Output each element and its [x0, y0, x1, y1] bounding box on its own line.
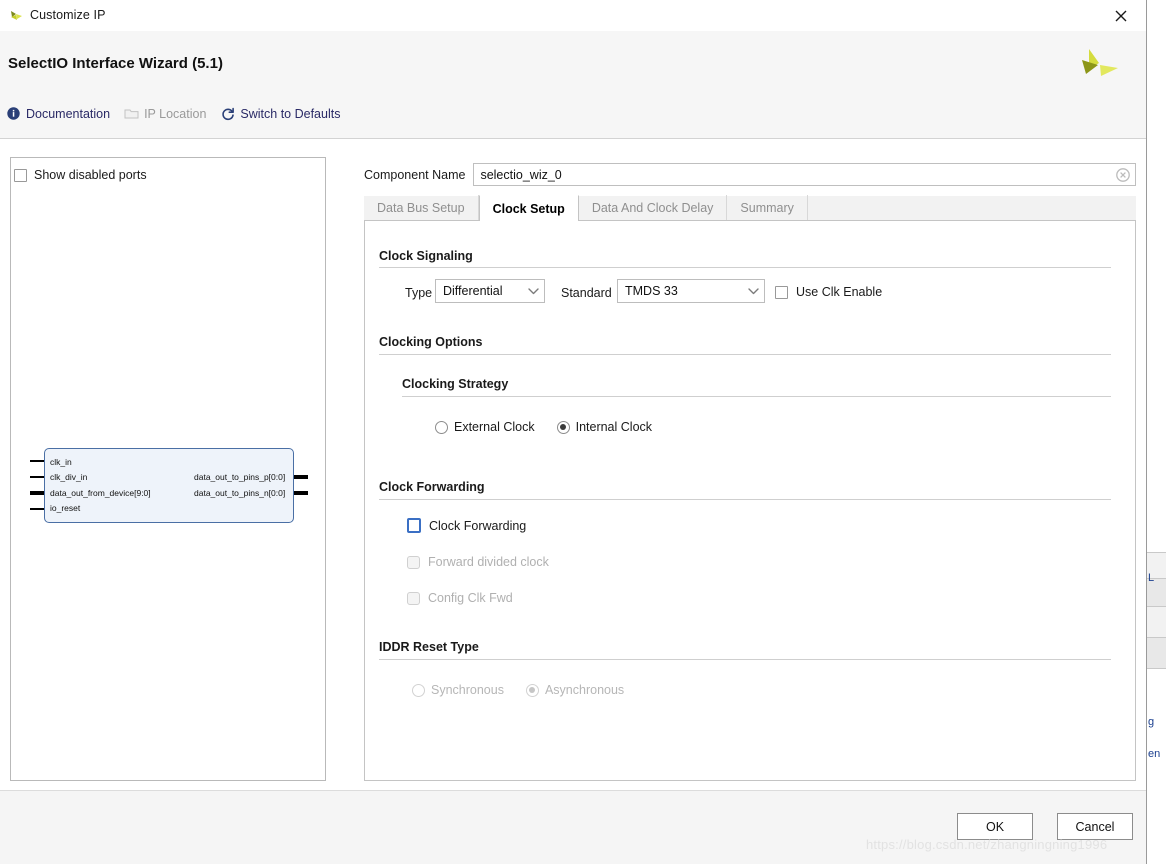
folder-icon [124, 106, 139, 121]
type-label: Type [405, 286, 433, 300]
asynchronous-label: Asynchronous [544, 683, 625, 697]
component-name-value: selectio_wiz_0 [480, 167, 562, 182]
ok-button[interactable]: OK [957, 813, 1033, 840]
clocking-options-title: Clocking Options [379, 335, 483, 349]
clock-forwarding-label: Clock Forwarding [429, 518, 527, 533]
config-clk-fwd-checkbox [407, 591, 420, 605]
cancel-button[interactable]: Cancel [1057, 813, 1133, 840]
use-clk-enable-checkbox[interactable] [775, 285, 788, 299]
use-clk-enable-label: Use Clk Enable [796, 285, 883, 299]
tab-strip: Data Bus Setup Clock Setup Data And Cloc… [364, 195, 1136, 221]
component-name-row: Component Name selectio_wiz_0 [364, 163, 1136, 186]
component-name-label: Component Name [364, 167, 466, 182]
bg-band-top [1146, 0, 1166, 552]
page-title: SelectIO Interface Wizard (5.1) [8, 55, 223, 72]
iddr-reset-type-radio-group: Synchronous Asynchronous [412, 683, 624, 697]
clock-forwarding-rule [379, 499, 1111, 500]
clocking-options-rule [379, 354, 1111, 355]
xilinx-logo-icon [8, 8, 24, 24]
external-clock-radio[interactable] [435, 420, 448, 434]
title-bar: Customize IP [0, 0, 1146, 32]
tab-clock-setup[interactable]: Clock Setup [478, 195, 579, 221]
customize-ip-dialog: L g en Customize IP SelectIO Interface W… [0, 0, 1166, 864]
clear-circle-icon[interactable] [1115, 167, 1131, 183]
pin-stub-data-out-to-pins-p [294, 475, 308, 479]
synchronous-label: Synchronous [431, 683, 504, 697]
pin-label-input-0: clk_in [50, 457, 72, 467]
pin-stub-data-out-to-pins-n [294, 491, 308, 495]
tab-data-bus-setup[interactable]: Data Bus Setup [364, 195, 479, 220]
internal-clock-radio[interactable] [556, 420, 570, 434]
asynchronous-radio [525, 683, 539, 697]
clock-forwarding-checkbox[interactable] [407, 518, 421, 533]
switch-to-defaults-label: Switch to Defaults [240, 106, 341, 121]
clocking-strategy-radio-group: External Clock Internal Clock [435, 420, 652, 434]
clocking-strategy-title: Clocking Strategy [402, 377, 509, 391]
refresh-icon [220, 106, 235, 121]
standard-dropdown-value: TMDS 33 [625, 284, 678, 298]
tab-summary[interactable]: Summary [727, 195, 808, 220]
standard-label: Standard [561, 286, 612, 300]
pin-label-input-1: clk_div_in [50, 472, 88, 482]
clocking-strategy-rule [402, 396, 1111, 397]
forward-divided-clock-checkbox [407, 555, 420, 569]
show-disabled-ports-label: Show disabled ports [34, 168, 147, 182]
standard-dropdown[interactable]: TMDS 33 [617, 279, 765, 303]
synchronous-radio [412, 683, 425, 697]
pin-label-output-1: data_out_to_pins_n[0:0] [194, 488, 286, 498]
internal-clock-label: Internal Clock [575, 420, 653, 434]
show-disabled-ports-checkbox[interactable] [14, 168, 27, 182]
pin-stub-data-out-from-device [30, 491, 44, 495]
pin-stub-io-reset [30, 508, 44, 510]
bg-left-border [1146, 0, 1147, 864]
external-clock-label: External Clock [454, 420, 535, 434]
pin-label-input-2: data_out_from_device[9:0] [50, 488, 151, 498]
header-links: Documentation IP Location Switch to Defa… [6, 106, 340, 121]
config-clk-fwd-row: Config Clk Fwd [407, 591, 513, 605]
ip-symbol-block [44, 448, 294, 523]
ip-location-label: IP Location [144, 106, 207, 121]
bg-band-4 [1146, 607, 1166, 637]
forward-divided-clock-row: Forward divided clock [407, 555, 549, 569]
ip-location-link[interactable]: IP Location [124, 106, 206, 121]
type-dropdown-value: Differential [443, 284, 503, 298]
bg-band-bottom [1146, 669, 1166, 864]
bg-band-5 [1146, 638, 1166, 668]
clock-signaling-title: Clock Signaling [379, 249, 473, 263]
documentation-link[interactable]: Documentation [6, 106, 110, 121]
iddr-reset-type-rule [379, 659, 1111, 660]
tab-data-and-clock-delay[interactable]: Data And Clock Delay [579, 195, 728, 220]
chevron-down-icon [742, 287, 764, 295]
use-clk-enable-row[interactable]: Use Clk Enable [775, 285, 882, 299]
clock-forwarding-row[interactable]: Clock Forwarding [407, 518, 526, 533]
documentation-label: Documentation [26, 106, 111, 121]
show-disabled-ports-row[interactable]: Show disabled ports [14, 168, 147, 182]
pin-label-output-0: data_out_to_pins_p[0:0] [194, 472, 286, 482]
xilinx-logo [1076, 43, 1122, 89]
pin-label-input-3: io_reset [50, 503, 81, 513]
iddr-reset-type-title: IDDR Reset Type [379, 640, 479, 654]
pin-stub-clk-div-in [30, 476, 44, 478]
component-name-input[interactable]: selectio_wiz_0 [473, 163, 1136, 186]
clock-setup-panel: Clock Signaling Type Differential Standa… [364, 221, 1136, 781]
chevron-down-icon [522, 287, 544, 295]
dialog-header: SelectIO Interface Wizard (5.1) Document… [0, 31, 1146, 139]
window-title: Customize IP [30, 8, 106, 22]
background-window-edge: L g en [1146, 0, 1166, 864]
switch-to-defaults-link[interactable]: Switch to Defaults [220, 106, 340, 121]
info-icon [6, 106, 21, 121]
clock-forwarding-title: Clock Forwarding [379, 480, 485, 494]
config-clk-fwd-label: Config Clk Fwd [428, 591, 513, 605]
bg-fragment-1: L [1148, 572, 1155, 584]
clock-signaling-rule [379, 267, 1111, 268]
bg-fragment-2: g [1148, 716, 1155, 728]
pin-stub-clk-in [30, 460, 44, 462]
tab-strip-filler [808, 195, 1136, 220]
forward-divided-clock-label: Forward divided clock [428, 555, 549, 569]
close-icon[interactable] [1104, 4, 1138, 28]
type-dropdown[interactable]: Differential [435, 279, 545, 303]
bg-fragment-3: en [1148, 748, 1161, 760]
